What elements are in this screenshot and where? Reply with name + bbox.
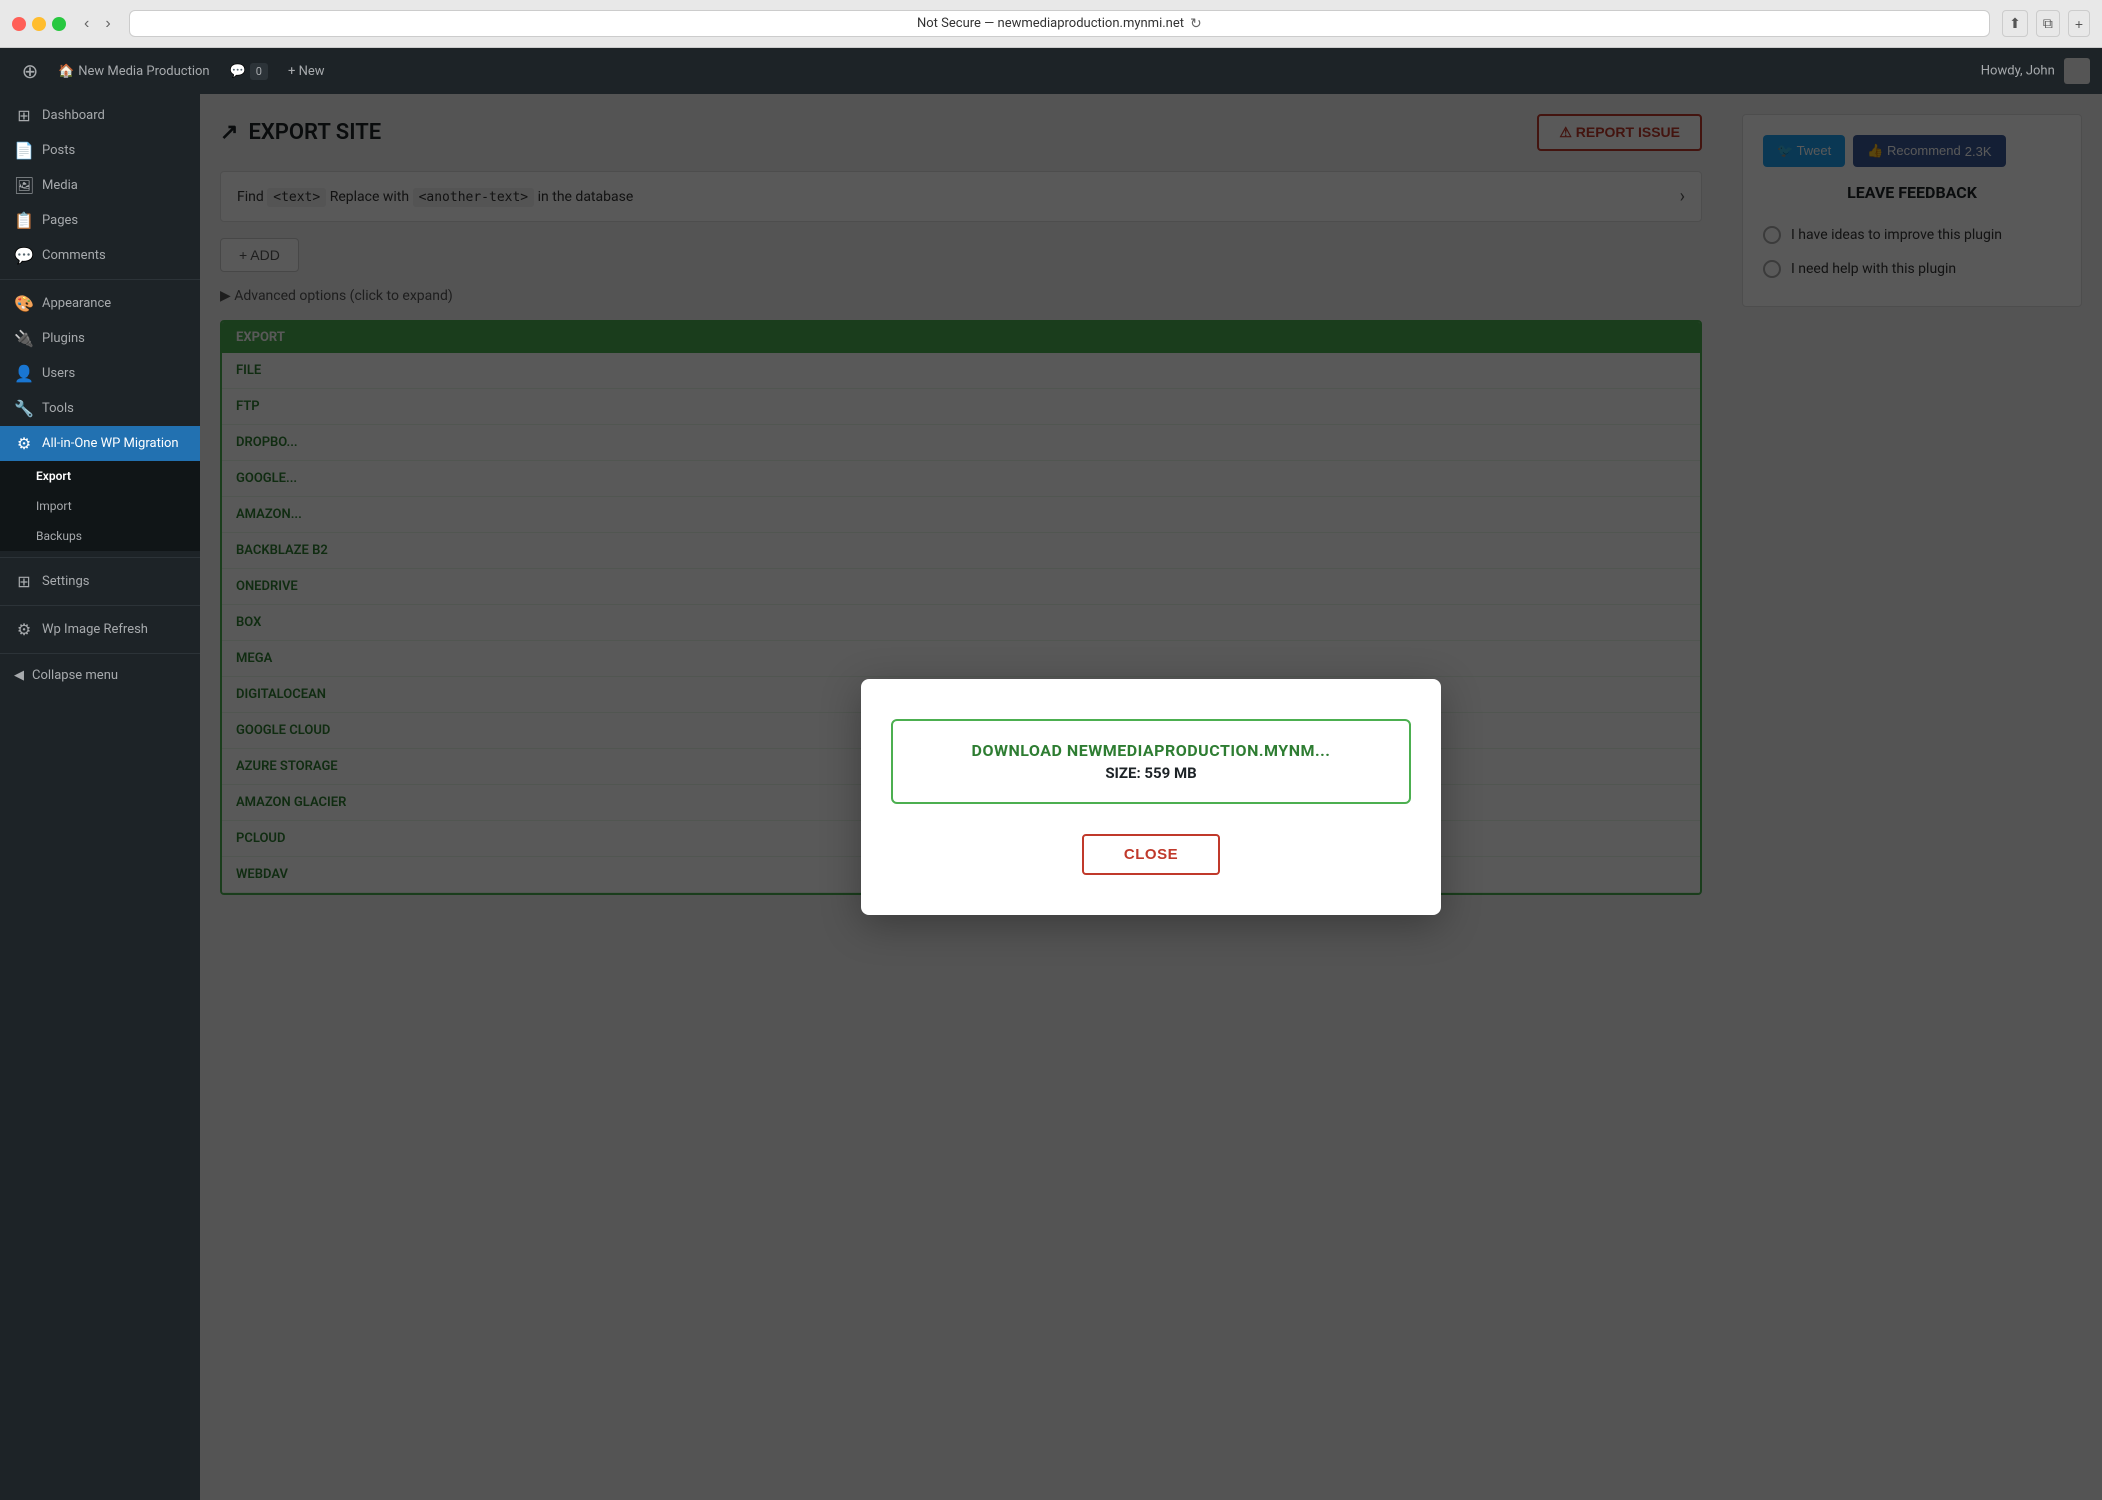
wp-logo-icon: ⊕ bbox=[22, 59, 39, 83]
share-button[interactable]: ⬆ bbox=[2002, 10, 2028, 37]
modal-box: DOWNLOAD NEWMEDIAPRODUCTION.MYNM... SIZE… bbox=[861, 679, 1441, 915]
download-button[interactable]: DOWNLOAD NEWMEDIAPRODUCTION.MYNM... SIZE… bbox=[891, 719, 1411, 804]
download-filename: DOWNLOAD NEWMEDIAPRODUCTION.MYNM... bbox=[923, 741, 1379, 760]
collapse-icon: ◀ bbox=[14, 668, 24, 683]
sidebar-item-pages[interactable]: 📋 Pages bbox=[0, 203, 200, 238]
sidebar-item-allinone[interactable]: ⚙ All-in-One WP Migration bbox=[0, 426, 200, 461]
sidebar-item-posts[interactable]: 📄 Posts bbox=[0, 133, 200, 168]
sidebar-submenu-export[interactable]: Export bbox=[0, 461, 200, 491]
collapse-menu-button[interactable]: ◀ Collapse menu bbox=[0, 660, 200, 691]
dashboard-icon: ⊞ bbox=[14, 106, 34, 125]
reload-button[interactable]: ↻ bbox=[1190, 15, 1202, 32]
admin-bar-new[interactable]: + New bbox=[278, 48, 335, 94]
posts-icon: 📄 bbox=[14, 141, 34, 160]
sidebar-item-comments[interactable]: 💬 Comments bbox=[0, 238, 200, 273]
back-button[interactable]: ‹ bbox=[78, 13, 95, 35]
user-avatar bbox=[2064, 58, 2090, 84]
admin-bar-comments[interactable]: 💬 0 bbox=[220, 48, 278, 94]
modal-overlay: DOWNLOAD NEWMEDIAPRODUCTION.MYNM... SIZE… bbox=[200, 94, 2102, 1500]
sidebar-item-tools[interactable]: 🔧 Tools bbox=[0, 391, 200, 426]
admin-bar-howdy[interactable]: Howdy, John bbox=[1981, 58, 2090, 84]
url-text: Not Secure — newmediaproduction.mynmi.ne… bbox=[917, 16, 1184, 31]
maximize-window-button[interactable] bbox=[52, 17, 66, 31]
nav-buttons: ‹ › bbox=[78, 13, 117, 35]
appearance-icon: 🎨 bbox=[14, 294, 34, 313]
browser-actions: ⬆ ⧉ + bbox=[2002, 10, 2090, 37]
sidebar-submenu-allinone: Export Import Backups bbox=[0, 461, 200, 551]
pages-icon: 📋 bbox=[14, 211, 34, 230]
comments-icon: 💬 bbox=[14, 246, 34, 265]
sidebar-submenu-import[interactable]: Import bbox=[0, 491, 200, 521]
sidebar-item-media[interactable]: 🖼 Media bbox=[0, 168, 200, 203]
wp-logo[interactable]: ⊕ bbox=[12, 53, 48, 89]
address-bar[interactable]: Not Secure — newmediaproduction.mynmi.ne… bbox=[129, 10, 1990, 37]
forward-button[interactable]: › bbox=[99, 13, 116, 35]
settings-icon: ⊞ bbox=[14, 572, 34, 591]
admin-bar-site-name[interactable]: 🏠 New Media Production bbox=[48, 48, 220, 94]
comment-icon: 💬 bbox=[230, 64, 246, 79]
sidebar-item-dashboard[interactable]: ⊞ Dashboard bbox=[0, 98, 200, 133]
traffic-lights bbox=[12, 17, 66, 31]
new-tab-button[interactable]: + bbox=[2068, 10, 2090, 37]
media-icon: 🖼 bbox=[14, 176, 34, 195]
sidebar-submenu-backups[interactable]: Backups bbox=[0, 521, 200, 551]
wp-image-refresh-icon: ⚙ bbox=[14, 620, 34, 639]
close-window-button[interactable] bbox=[12, 17, 26, 31]
sidebar-item-users[interactable]: 👤 Users bbox=[0, 356, 200, 391]
sidebar-item-settings[interactable]: ⊞ Settings bbox=[0, 564, 200, 599]
home-icon: 🏠 bbox=[58, 64, 74, 79]
users-icon: 👤 bbox=[14, 364, 34, 383]
sidebar-item-appearance[interactable]: 🎨 Appearance bbox=[0, 286, 200, 321]
close-modal-button[interactable]: CLOSE bbox=[1082, 834, 1220, 875]
tab-manager-button[interactable]: ⧉ bbox=[2036, 10, 2060, 37]
menu-separator-1 bbox=[0, 279, 200, 280]
allinone-icon: ⚙ bbox=[14, 434, 34, 453]
wp-layout: ⊞ Dashboard 📄 Posts 🖼 Media 📋 Pages 💬 Co… bbox=[0, 94, 2102, 1500]
tools-icon: 🔧 bbox=[14, 399, 34, 418]
download-size: SIZE: 559 MB bbox=[923, 764, 1379, 782]
wp-content: ↗ EXPORT SITE ⚠ REPORT ISSUE Find <text>… bbox=[200, 94, 2102, 1500]
wp-admin-bar: ⊕ 🏠 New Media Production 💬 0 + New Howdy… bbox=[0, 48, 2102, 94]
sidebar-item-wp-image-refresh[interactable]: ⚙ Wp Image Refresh bbox=[0, 612, 200, 647]
browser-chrome: ‹ › Not Secure — newmediaproduction.mynm… bbox=[0, 0, 2102, 48]
plugins-icon: 🔌 bbox=[14, 329, 34, 348]
wp-sidebar: ⊞ Dashboard 📄 Posts 🖼 Media 📋 Pages 💬 Co… bbox=[0, 94, 200, 1500]
sidebar-item-plugins[interactable]: 🔌 Plugins bbox=[0, 321, 200, 356]
minimize-window-button[interactable] bbox=[32, 17, 46, 31]
menu-separator-4 bbox=[0, 653, 200, 654]
menu-separator-2 bbox=[0, 557, 200, 558]
menu-separator-3 bbox=[0, 605, 200, 606]
